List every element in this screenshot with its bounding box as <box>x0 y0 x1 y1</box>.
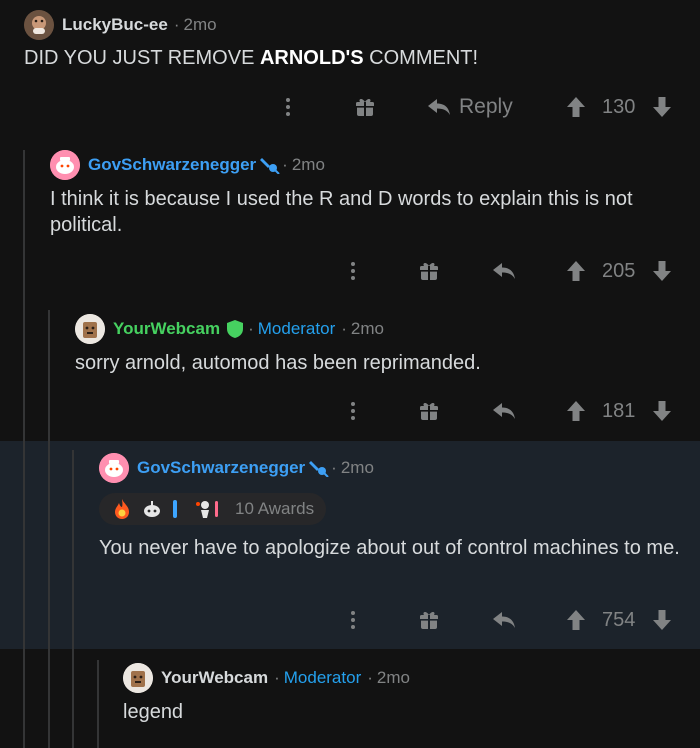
reply-icon[interactable] <box>492 605 516 635</box>
comment: YourWebcam · Moderator · 2mo legend <box>0 649 700 748</box>
separator: · <box>282 155 288 174</box>
user-avatar[interactable] <box>123 663 153 693</box>
username[interactable]: YourWebcam <box>161 668 268 688</box>
username[interactable]: GovSchwarzenegger <box>88 155 256 175</box>
comment-body: sorry arnold, automod has been reprimand… <box>75 352 481 374</box>
separator: · <box>341 319 347 338</box>
username[interactable]: LuckyBuc-ee <box>62 15 168 35</box>
more-options-icon[interactable] <box>282 92 294 122</box>
comment-body: DID YOU JUST REMOVE ARNOLD'S COMMENT! <box>24 47 479 69</box>
user-avatar[interactable] <box>50 150 80 180</box>
username[interactable]: YourWebcam <box>113 319 220 339</box>
gift-award-icon[interactable] <box>418 396 440 426</box>
reply-icon[interactable] <box>492 396 516 426</box>
comment-body: I think it is because I used the R and D… <box>50 188 633 236</box>
comment: GovSchwarzenegger · 2mo 10 Awards You ne… <box>0 441 700 649</box>
vote-score: 130 <box>602 95 636 118</box>
separator: · <box>173 15 180 34</box>
separator: · <box>274 668 280 687</box>
more-options-icon[interactable] <box>347 256 359 286</box>
more-options-icon[interactable] <box>347 396 359 426</box>
downvote-icon[interactable] <box>652 605 672 635</box>
comment-age: 2mo <box>376 668 410 687</box>
verified-icon <box>309 459 329 477</box>
reply-label: Reply <box>459 95 513 118</box>
upvote-icon[interactable] <box>566 92 586 122</box>
comment-body: legend <box>123 701 184 723</box>
moderator-shield-icon <box>226 319 244 339</box>
dancing-award-icon <box>195 498 225 520</box>
comment-age: 2mo <box>183 15 217 34</box>
verified-icon <box>260 156 280 174</box>
comment-age: 2mo <box>350 319 384 338</box>
fire-award-icon <box>111 498 133 520</box>
bot-award-icon <box>141 498 163 520</box>
user-avatar[interactable] <box>75 314 105 344</box>
comment: YourWebcam · Moderator · 2mo sorry arnol… <box>0 310 700 441</box>
separator: · <box>367 668 373 687</box>
upvote-icon[interactable] <box>566 256 586 286</box>
moderator-badge: Moderator <box>283 668 362 687</box>
gift-award-icon[interactable] <box>418 605 440 635</box>
username[interactable]: GovSchwarzenegger <box>137 458 305 478</box>
more-options-icon[interactable] <box>347 605 359 635</box>
reply-icon <box>428 99 450 115</box>
user-avatar[interactable] <box>24 10 54 40</box>
upvote-icon[interactable] <box>566 605 586 635</box>
comment: LuckyBuc-ee · 2mo DID YOU JUST REMOVE AR… <box>0 0 700 150</box>
moderator-badge: Moderator <box>257 319 336 338</box>
comment-age: 2mo <box>340 458 374 477</box>
reply-icon[interactable] <box>492 256 516 286</box>
vote-score: 181 <box>602 399 636 422</box>
comment-age: 2mo <box>291 155 325 174</box>
separator: · <box>331 458 337 477</box>
separator: · <box>248 319 254 338</box>
comment: GovSchwarzenegger · 2mo I think it is be… <box>0 150 700 310</box>
awards-count: 10 Awards <box>235 499 315 518</box>
downvote-icon[interactable] <box>652 92 672 122</box>
vote-score: 205 <box>602 259 636 282</box>
downvote-icon[interactable] <box>652 256 672 286</box>
upvote-icon[interactable] <box>566 396 586 426</box>
gift-award-icon[interactable] <box>354 92 376 122</box>
shield-award-icon <box>171 498 179 520</box>
comment-body: You never have to apologize about out of… <box>99 537 680 559</box>
awards-bar[interactable]: 10 Awards <box>99 493 327 525</box>
user-avatar[interactable] <box>99 453 129 483</box>
reply-button[interactable]: Reply <box>427 92 513 122</box>
downvote-icon[interactable] <box>652 396 672 426</box>
vote-score: 754 <box>602 608 636 631</box>
gift-award-icon[interactable] <box>418 256 440 286</box>
